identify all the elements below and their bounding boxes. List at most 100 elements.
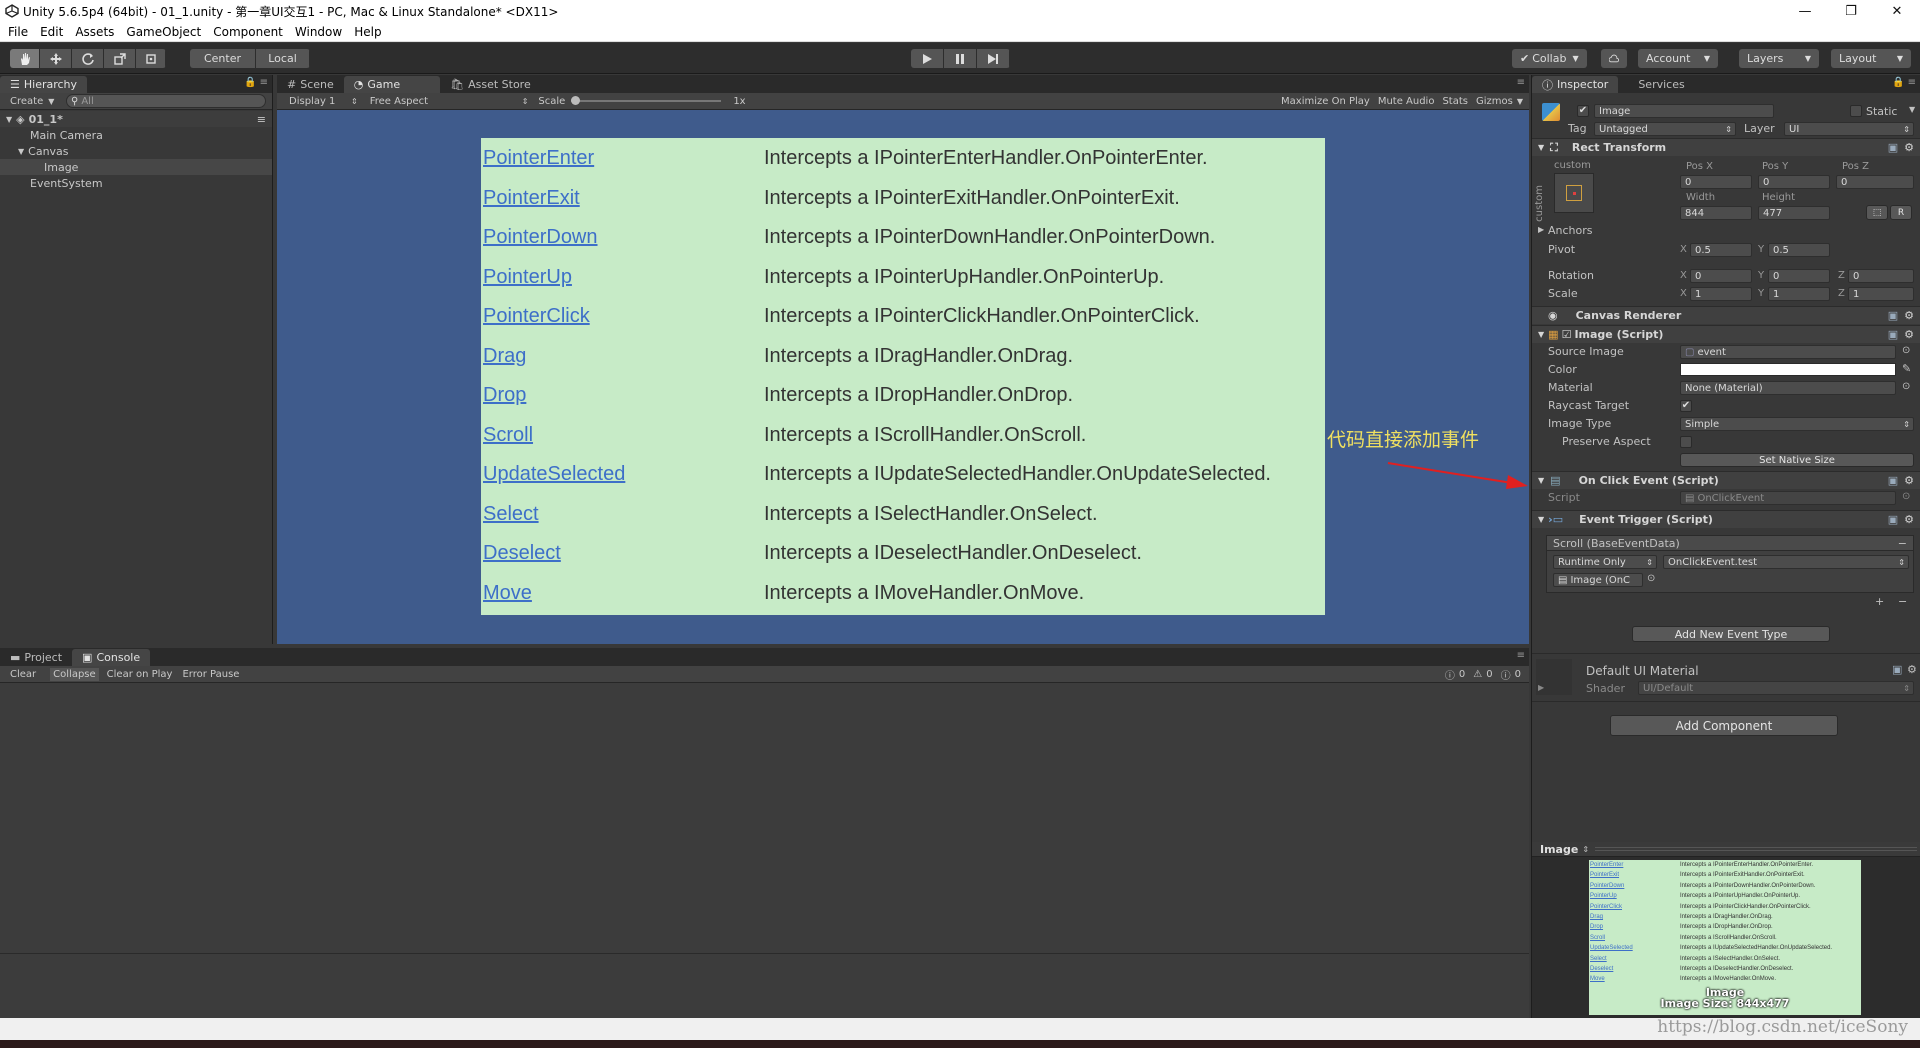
aspect-dropdown[interactable]: Free Aspect [370, 96, 522, 107]
event-name-link[interactable]: PointerClick [483, 305, 590, 328]
scale-y-input[interactable]: 1 [1768, 287, 1830, 301]
event-name-link[interactable]: Deselect [483, 542, 561, 565]
event-name-link[interactable]: Scroll [483, 424, 533, 447]
scale-slider-thumb[interactable] [571, 96, 581, 105]
eyedropper-icon[interactable]: ✎ [1902, 362, 1911, 375]
info-count[interactable]: 0 [1459, 669, 1465, 680]
add-listener-button[interactable]: + [1875, 595, 1884, 608]
image-type-dropdown[interactable]: Simple ⇕ [1680, 417, 1914, 431]
gear-icon[interactable]: ⚙ [1904, 141, 1914, 154]
hierarchy-item-main-camera[interactable]: Main Camera [0, 127, 272, 143]
canvas-renderer-header[interactable]: ◉ Canvas Renderer ▣ ⚙ [1532, 306, 1920, 324]
menu-component[interactable]: Component [213, 25, 283, 39]
event-name-link[interactable]: Move [483, 582, 532, 605]
help-icon[interactable]: ▣ [1888, 309, 1898, 322]
active-checkbox[interactable]: ✔ [1577, 105, 1589, 117]
collapse-toggle[interactable]: Collapse [50, 667, 99, 681]
menu-window[interactable]: Window [295, 25, 342, 39]
remove-listener-button[interactable]: − [1898, 595, 1907, 608]
menu-edit[interactable]: Edit [40, 25, 63, 39]
material-field[interactable]: None (Material) [1680, 381, 1896, 395]
collab-dropdown[interactable]: ✔ Collab ▼ [1512, 49, 1587, 68]
menu-gameobject[interactable]: GameObject [126, 25, 201, 39]
anchor-preset-button[interactable] [1554, 173, 1594, 213]
runtime-dropdown[interactable]: Runtime Only ⇕ [1553, 555, 1657, 569]
object-picker-icon[interactable]: ⊙ [1647, 573, 1655, 584]
pivot-local-button[interactable]: Local [256, 49, 310, 68]
error-pause-toggle[interactable]: Error Pause [182, 669, 239, 680]
scene-row[interactable]: ▼ ◈ 01_1* ≡ [0, 111, 272, 127]
menu-file[interactable]: File [8, 25, 28, 39]
event-name-link[interactable]: PointerExit [483, 187, 580, 210]
set-native-size-button[interactable]: Set Native Size [1680, 453, 1914, 467]
event-name-link[interactable]: Drop [483, 384, 526, 407]
hand-tool-button[interactable] [10, 49, 40, 68]
pivot-x-input[interactable]: 0.5 [1690, 243, 1752, 257]
rot-x-input[interactable]: 0 [1690, 269, 1752, 283]
tab-hierarchy[interactable]: ☰ Hierarchy [0, 76, 88, 93]
layout-dropdown[interactable]: Layout ▼ [1831, 49, 1911, 68]
hierarchy-item-eventsystem[interactable]: EventSystem [0, 175, 272, 191]
gear-icon[interactable]: ⚙ [1904, 513, 1914, 526]
object-picker-icon[interactable]: ⊙ [1902, 381, 1910, 392]
tab-services[interactable]: Services [1628, 76, 1694, 93]
minimize-button[interactable]: — [1782, 0, 1828, 22]
game-viewport[interactable]: PointerEnter Intercepts a IPointerEnterHa… [277, 110, 1529, 644]
scale-slider[interactable] [571, 96, 722, 105]
console-divider[interactable] [0, 953, 1529, 954]
stats-toggle[interactable]: Stats [1442, 96, 1468, 107]
event-name-link[interactable]: UpdateSelected [483, 463, 625, 486]
error-count[interactable]: 0 [1515, 669, 1521, 680]
menu-assets[interactable]: Assets [75, 25, 114, 39]
panel-menu-icon[interactable]: 🔒 ≡ [244, 77, 268, 88]
rect-tool-button[interactable] [136, 49, 166, 68]
color-swatch[interactable] [1680, 363, 1896, 376]
component-enabled-checkbox[interactable]: ☑ [1562, 328, 1572, 341]
tab-project[interactable]: ▬ Project [0, 649, 72, 666]
rot-y-input[interactable]: 0 [1768, 269, 1830, 283]
pause-button[interactable] [944, 49, 977, 68]
close-button[interactable]: ✕ [1874, 0, 1920, 22]
static-checkbox[interactable] [1850, 105, 1862, 117]
hierarchy-item-image[interactable]: Image [0, 159, 272, 175]
help-icon[interactable]: ▣ [1888, 328, 1898, 341]
mute-audio-toggle[interactable]: Mute Audio [1378, 96, 1435, 107]
event-name-link[interactable]: PointerUp [483, 266, 572, 289]
object-name-input[interactable]: Image [1594, 104, 1774, 118]
play-button[interactable] [911, 49, 944, 68]
event-trigger-header[interactable]: ▼ ›▭ Event Trigger (Script) ▣ ⚙ [1532, 510, 1920, 528]
pivot-center-button[interactable]: Center [190, 49, 256, 68]
drag-handle[interactable] [1595, 847, 1917, 851]
pivot-y-input[interactable]: 0.5 [1768, 243, 1830, 257]
gear-icon[interactable]: ⚙ [1904, 328, 1914, 341]
tab-inspector[interactable]: ⓘ Inspector [1532, 76, 1619, 93]
panel-menu-icon[interactable]: 🔒 ≡ [1892, 77, 1916, 88]
panel-menu-icon[interactable]: ≡ [1517, 650, 1525, 661]
raycast-checkbox[interactable]: ✔ [1680, 400, 1692, 412]
tab-scene[interactable]: # Scene [277, 76, 344, 93]
gear-icon[interactable]: ⚙ [1904, 474, 1914, 487]
blueprint-mode-button[interactable]: ⬚ [1866, 205, 1888, 220]
tag-dropdown[interactable]: Untagged ⇕ [1594, 122, 1736, 136]
account-dropdown[interactable]: Account ▼ [1638, 49, 1718, 68]
tab-console[interactable]: ▣ Console [72, 649, 151, 666]
preserve-aspect-checkbox[interactable] [1680, 436, 1692, 448]
gear-icon[interactable]: ⚙ [1907, 663, 1917, 676]
panel-menu-icon[interactable]: ≡ [1517, 77, 1525, 88]
height-input[interactable]: 477 [1758, 206, 1830, 220]
event-name-link[interactable]: PointerEnter [483, 147, 594, 170]
add-new-event-type-button[interactable]: Add New Event Type [1632, 626, 1830, 642]
source-image-field[interactable]: ▢ event [1680, 345, 1896, 359]
cloud-button[interactable] [1601, 49, 1627, 68]
help-icon[interactable]: ▣ [1888, 141, 1898, 154]
event-name-link[interactable]: PointerDown [483, 226, 598, 249]
warning-count[interactable]: 0 [1486, 669, 1492, 680]
clear-button[interactable]: Clear [10, 669, 36, 680]
object-picker-icon[interactable]: ⊙ [1902, 345, 1910, 356]
maximize-on-play-toggle[interactable]: Maximize On Play [1281, 96, 1370, 107]
gear-icon[interactable]: ⚙ [1904, 309, 1914, 322]
menu-help[interactable]: Help [354, 25, 381, 39]
rotate-tool-button[interactable] [72, 49, 104, 68]
scale-tool-button[interactable] [104, 49, 136, 68]
move-tool-button[interactable] [40, 49, 72, 68]
